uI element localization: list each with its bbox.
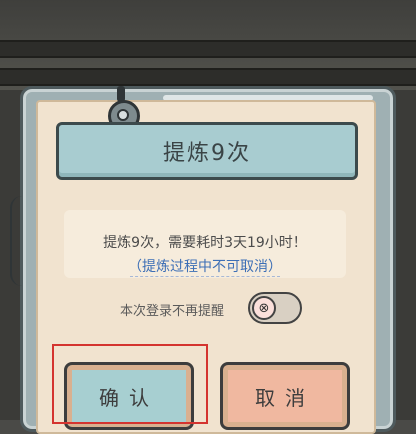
dont-remind-toggle[interactable]: ⊗ xyxy=(248,292,302,324)
toggle-x-icon: ⊗ xyxy=(252,296,276,320)
warning-underline xyxy=(130,276,280,277)
dont-remind-label: 本次登录不再提醒 xyxy=(120,304,225,319)
background-truss xyxy=(0,40,416,58)
refine-message: 提炼9次，需要耗时3天19小时！ xyxy=(103,235,307,251)
background-truss xyxy=(0,68,416,86)
decorative-wire xyxy=(10,196,38,286)
dialog-title-bar: 提炼9次 xyxy=(56,122,358,180)
no-cancel-warning: （提炼过程中不可取消） xyxy=(128,259,282,275)
message-box: 提炼9次，需要耗时3天19小时！ （提炼过程中不可取消） xyxy=(64,210,346,278)
dialog-title: 提炼9次 xyxy=(163,141,251,166)
confirm-highlight-box xyxy=(52,344,208,424)
